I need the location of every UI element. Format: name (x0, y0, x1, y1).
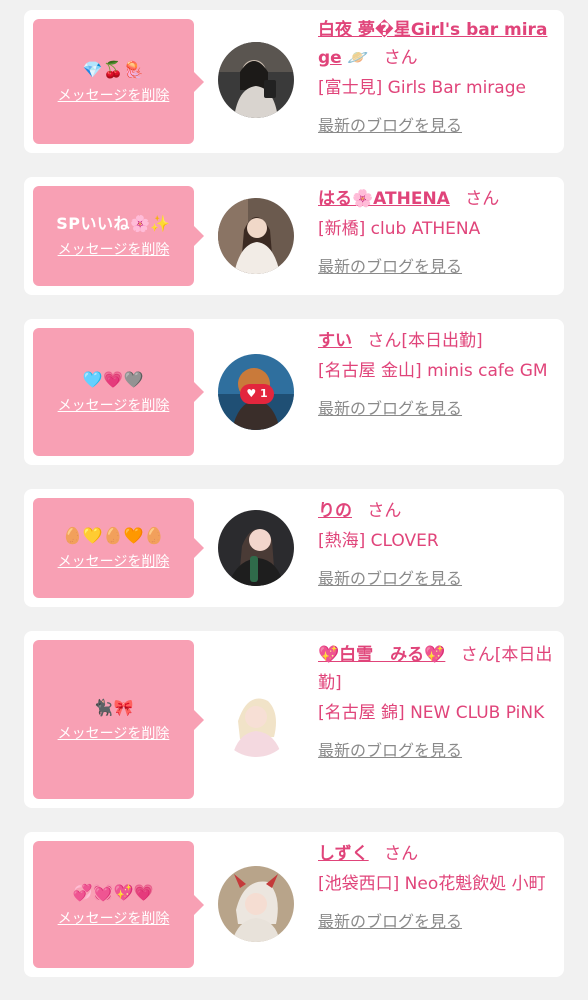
delete-message-link[interactable]: メッセージを削除 (58, 87, 170, 105)
name-line: りの さん (318, 497, 556, 525)
cast-info: はる🌸ATHENA さん [新橋] club ATHENA 最新のブログを見る (318, 185, 556, 281)
name-line: しずく さん (318, 840, 556, 868)
cast-name-link[interactable]: すい (318, 331, 352, 351)
message-card: 🩵💗🩶 メッセージを削除 ♥ 1 すい さん[本日出勤] [名古屋 金山] mi… (24, 319, 564, 465)
planet-icon: 🪐 (347, 48, 369, 68)
honorific: さん (465, 189, 500, 209)
latest-blog-link[interactable]: 最新のブログを見る (318, 395, 462, 423)
girl-photo-bottle-icon (218, 510, 294, 586)
latest-blog-link[interactable]: 最新のブログを見る (318, 737, 462, 765)
message-bubble: 🩵💗🩶 メッセージを削除 (33, 328, 204, 456)
shop-name: [富士見] Girls Bar mirage (318, 78, 526, 98)
name-line: すい さん[本日出勤] (318, 327, 556, 355)
shop-name: [名古屋 金山] minis cafe GM (318, 361, 548, 381)
message-card: 🐈‍⬛🎀 メッセージを削除 💖白雪 みる💖 さん[本日出勤] [名古屋 錦] N… (24, 631, 564, 808)
message-bubble: 💞💓💖💗 メッセージを削除 (33, 841, 204, 968)
cast-info: しずく さん [池袋西口] Neo花魁飲処 小町 最新のブログを見る (318, 840, 556, 936)
message-list: 💎🍒🪼 メッセージを削除 白夜 夢�星Girl's bar mirage 🪐 さ… (0, 0, 588, 1000)
avatar[interactable] (218, 510, 294, 586)
delete-message-link[interactable]: メッセージを削除 (58, 553, 170, 571)
girl-photo-horns-icon (218, 866, 294, 942)
honorific: さん (367, 331, 402, 351)
name-line: はる🌸ATHENA さん (318, 185, 556, 213)
delete-message-link[interactable]: メッセージを削除 (58, 241, 170, 259)
delete-message-link[interactable]: メッセージを削除 (58, 397, 170, 415)
shop-name: [熱海] CLOVER (318, 531, 439, 551)
latest-blog-link[interactable]: 最新のブログを見る (318, 112, 462, 140)
avatar[interactable] (218, 198, 294, 274)
message-text: 🩵💗🩶 (82, 370, 145, 389)
message-bubble: SPいいね🌸✨ メッセージを削除 (33, 186, 204, 286)
latest-blog-link[interactable]: 最新のブログを見る (318, 253, 462, 281)
message-text: SPいいね🌸✨ (56, 214, 171, 233)
name-line: 💖白雪 みる💖 さん[本日出勤] (318, 641, 556, 697)
name-line: 白夜 夢�星Girl's bar mirage 🪐 さん (318, 16, 556, 72)
cast-name-link[interactable]: しずく (318, 844, 369, 864)
avatar[interactable] (218, 681, 294, 757)
message-text: 🐈‍⬛🎀 (93, 697, 134, 717)
girl-photo-blonde-icon (218, 681, 294, 757)
shop-name: [新橋] club ATHENA (318, 219, 481, 239)
cast-name-link[interactable]: 💖白雪 みる💖 (318, 645, 445, 665)
delete-message-link[interactable]: メッセージを削除 (58, 910, 170, 928)
message-bubble: 🐈‍⬛🎀 メッセージを削除 (33, 640, 204, 799)
cast-info: 白夜 夢�星Girl's bar mirage 🪐 さん [富士見] Girls… (318, 16, 556, 140)
status-text: [本日出勤] (401, 331, 483, 351)
message-bubble: 🥚💛🥚🧡🥚 メッセージを削除 (33, 498, 204, 598)
cast-name-link[interactable]: はる🌸ATHENA (318, 189, 450, 209)
cast-info: りの さん [熱海] CLOVER 最新のブログを見る (318, 497, 556, 593)
like-badge: ♥ 1 (240, 384, 274, 404)
message-card: 💞💓💖💗 メッセージを削除 しずく さん [池袋西口] Neo花魁飲処 小町 最… (24, 832, 564, 977)
avatar[interactable] (218, 866, 294, 942)
cast-info: 💖白雪 みる💖 さん[本日出勤] [名古屋 錦] NEW CLUB PiNK 最… (318, 641, 556, 765)
girl-photo-dress-icon (218, 198, 294, 274)
latest-blog-link[interactable]: 最新のブログを見る (318, 908, 462, 936)
avatar[interactable] (218, 42, 294, 118)
message-text: 💞💓💖💗 (72, 882, 155, 902)
avatar[interactable]: ♥ 1 (218, 354, 294, 430)
delete-message-link[interactable]: メッセージを削除 (58, 725, 170, 743)
message-card: SPいいね🌸✨ メッセージを削除 はる🌸ATHENA さん [新橋] club … (24, 177, 564, 295)
latest-blog-link[interactable]: 最新のブログを見る (318, 565, 462, 593)
message-text: 🥚💛🥚🧡🥚 (62, 526, 165, 545)
honorific: さん (383, 48, 418, 68)
girl-photo-mirror-icon (218, 42, 294, 118)
message-card: 🥚💛🥚🧡🥚 メッセージを削除 りの さん [熱海] CLOVER 最新のブログを… (24, 489, 564, 607)
cast-info: すい さん[本日出勤] [名古屋 金山] minis cafe GM 最新のブロ… (318, 327, 556, 423)
cast-name-link[interactable]: りの (318, 501, 352, 521)
shop-name: [名古屋 錦] NEW CLUB PiNK (318, 703, 545, 723)
message-bubble: 💎🍒🪼 メッセージを削除 (33, 19, 204, 144)
honorific: さん (384, 844, 419, 864)
message-text: 💎🍒🪼 (82, 59, 145, 79)
honorific: さん (460, 645, 495, 665)
honorific: さん (367, 501, 402, 521)
message-card: 💎🍒🪼 メッセージを削除 白夜 夢�星Girl's bar mirage 🪐 さ… (24, 10, 564, 153)
shop-name: [池袋西口] Neo花魁飲処 小町 (318, 874, 546, 894)
